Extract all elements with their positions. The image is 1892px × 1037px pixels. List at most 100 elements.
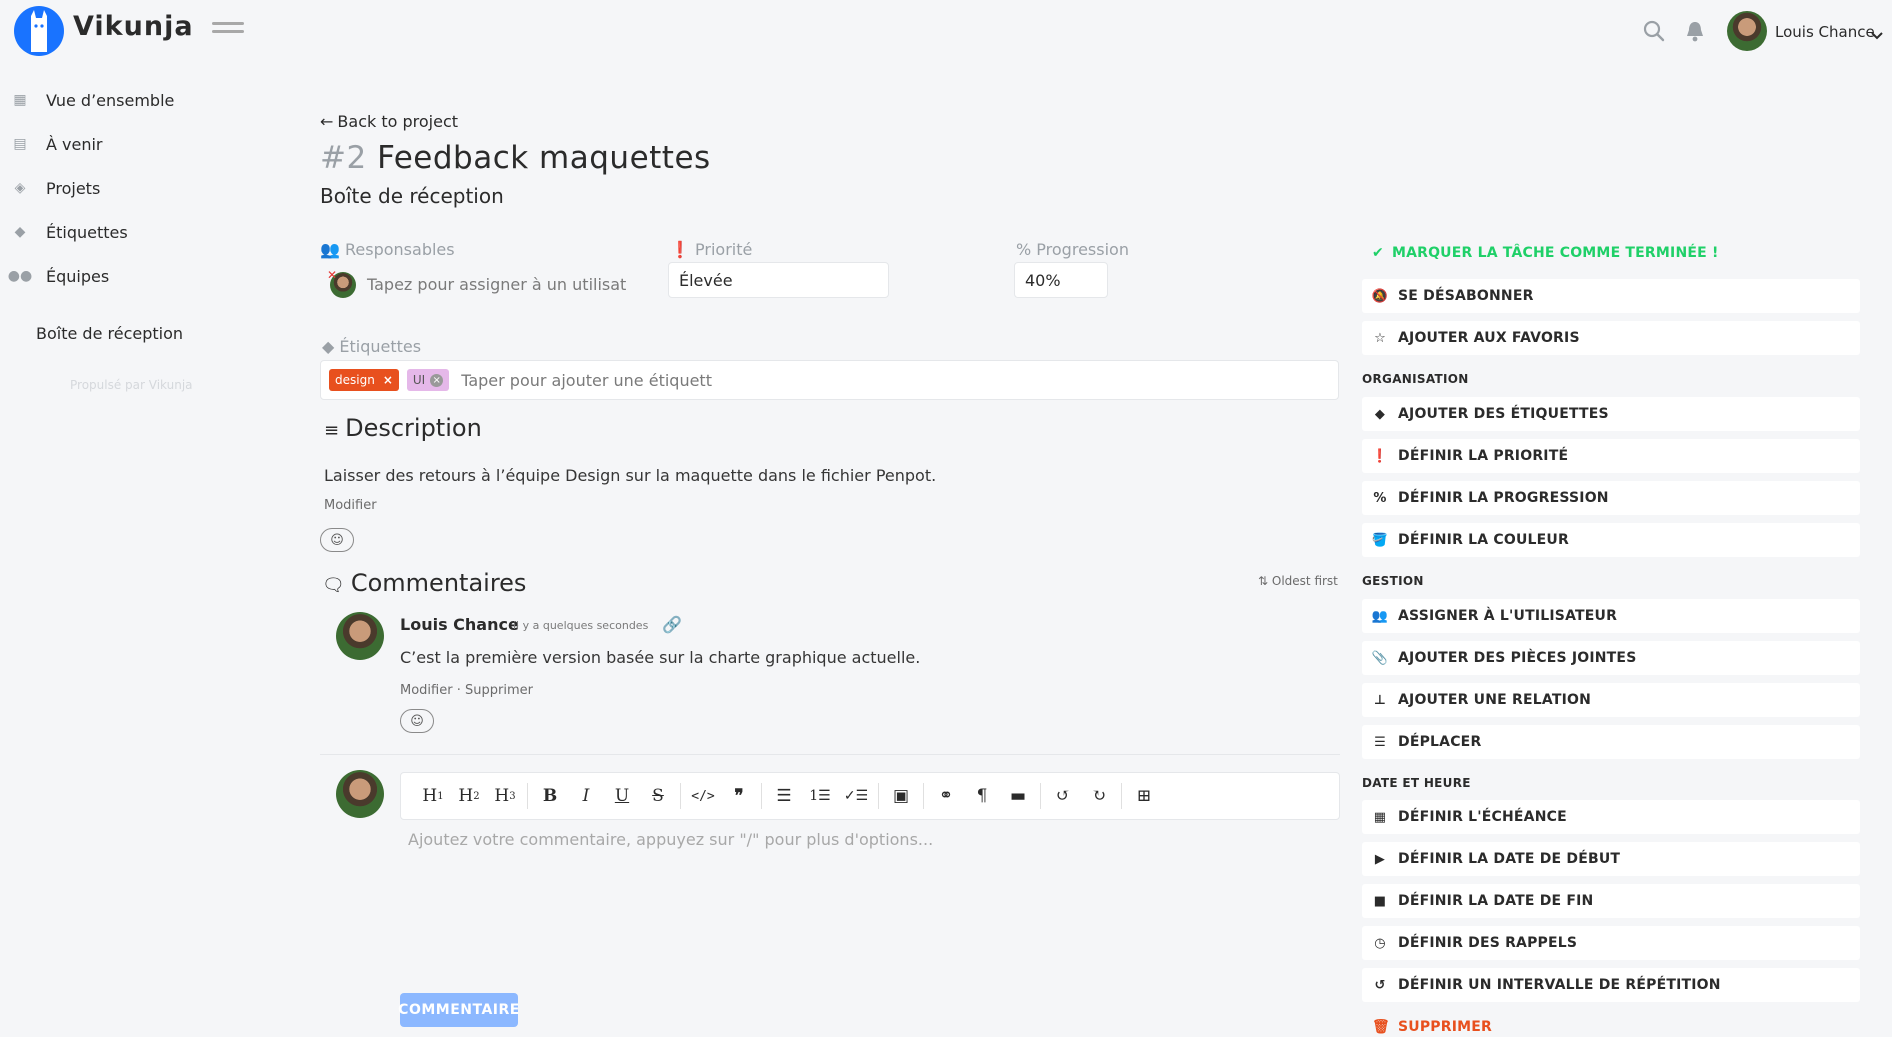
user-name[interactable]: Louis Chance	[1775, 23, 1875, 41]
priority-select[interactable]: Élevée	[668, 262, 889, 298]
comments-heading: 🗨 Commentaires	[322, 569, 527, 597]
current-user-avatar	[336, 770, 384, 818]
set-color-button[interactable]: 🪣 DÉFINIR LA COULEUR	[1362, 523, 1860, 557]
image-icon[interactable]: ▣	[883, 778, 919, 814]
management-heading: GESTION	[1362, 574, 1424, 588]
comment-add-reaction-button[interactable]: ☺	[400, 709, 434, 733]
task-list-icon[interactable]: ✓☰	[838, 778, 874, 814]
sidebar-item-upcoming[interactable]: ▤ À venir	[10, 129, 250, 159]
strikethrough-button[interactable]: S	[640, 778, 676, 814]
ordered-list-icon[interactable]: 1☰	[802, 778, 838, 814]
comment-delete-link[interactable]: Supprimer	[465, 683, 533, 698]
calendar-icon: ▦	[13, 92, 27, 108]
description-heading: ≡ Description	[324, 414, 482, 442]
comment-editor-input[interactable]: Ajoutez votre commentaire, appuyez sur "…	[408, 830, 1328, 849]
sitemap-icon: ⊥	[1373, 692, 1387, 708]
editor-toolbar: H1 H2 H3 B I U S </> ❞ ☰ 1☰ ✓☰ ▣ ⚭ ¶ ▬ ↺…	[400, 772, 1340, 820]
delete-task-button[interactable]: 🗑 SUPPRIMER	[1372, 1019, 1492, 1035]
label-text: UI	[412, 373, 426, 387]
add-labels-button[interactable]: ◆ AJOUTER DES ÉTIQUETTES	[1362, 397, 1860, 431]
assignee-input[interactable]: Tapez pour assigner à un utilisat	[367, 275, 626, 294]
sidebar-project-inbox[interactable]: Boîte de réception	[36, 324, 183, 343]
sidebar-item-label: À venir	[46, 134, 103, 154]
bold-button[interactable]: B	[532, 778, 568, 814]
layers-icon: ◈	[14, 180, 26, 196]
paint-bucket-icon: 🪣	[1371, 532, 1389, 548]
set-reminders-button[interactable]: ◷ DÉFINIR DES RAPPELS	[1362, 926, 1860, 960]
list-icon: ☰	[1374, 734, 1386, 750]
label-search-input[interactable]: Taper pour ajouter une étiquett	[461, 371, 712, 390]
paragraph-icon[interactable]: ¶	[964, 778, 1000, 814]
back-to-project-link[interactable]: ← Back to project	[320, 112, 458, 131]
set-progress-button[interactable]: % DÉFINIR LA PROGRESSION	[1362, 481, 1860, 515]
comment-edit-link[interactable]: Modifier	[400, 683, 453, 698]
assign-user-button[interactable]: 👥 ASSIGNER À L'UTILISATEUR	[1362, 599, 1860, 633]
heading3-button[interactable]: H3	[487, 778, 523, 814]
organisation-heading: ORGANISATION	[1362, 372, 1469, 386]
italic-button[interactable]: I	[568, 778, 604, 814]
favorite-button[interactable]: ☆ AJOUTER AUX FAVORIS	[1362, 321, 1860, 355]
calendar-grid-icon: ▤	[13, 136, 27, 152]
submit-comment-button[interactable]: COMMENTAIRE	[398, 993, 519, 1027]
task-project[interactable]: Boîte de réception	[320, 184, 504, 208]
remove-assignee-icon[interactable]: ✕	[327, 268, 337, 282]
users-icon: 👥	[1371, 608, 1389, 624]
sort-comments-button[interactable]: ⇅ Oldest first	[1258, 574, 1338, 588]
chevron-down-icon[interactable]	[1870, 26, 1884, 45]
toolbar-separator	[761, 783, 762, 809]
heading2-button[interactable]: H2	[451, 778, 487, 814]
heading1-button[interactable]: H1	[415, 778, 451, 814]
permalink-icon[interactable]: 🔗	[662, 615, 682, 634]
set-end-date-button[interactable]: ■ DÉFINIR LA DATE DE FIN	[1362, 884, 1860, 918]
labels-label: ◆ Étiquettes	[322, 337, 422, 356]
move-button[interactable]: ☰ DÉPLACER	[1362, 725, 1860, 759]
user-avatar[interactable]	[1727, 11, 1767, 51]
description-edit-link[interactable]: Modifier	[324, 498, 377, 513]
search-icon[interactable]	[1643, 20, 1665, 46]
quote-icon[interactable]: ❞	[721, 778, 757, 814]
powered-by[interactable]: Propulsé par Vikunja	[70, 378, 193, 392]
remove-label-icon[interactable]: ×	[430, 373, 444, 387]
bell-icon[interactable]	[1685, 20, 1705, 46]
comment-time: il y a quelques secondes	[513, 619, 649, 632]
unsubscribe-button[interactable]: 🔕 SE DÉSABONNER	[1362, 279, 1860, 313]
redo-icon[interactable]: ↻	[1081, 778, 1117, 814]
set-start-date-button[interactable]: ▶ DÉFINIR LA DATE DE DÉBUT	[1362, 842, 1860, 876]
toolbar-separator	[1040, 783, 1041, 809]
task-number: #2	[320, 140, 367, 176]
undo-icon[interactable]: ↺	[1045, 778, 1081, 814]
progress-select[interactable]: 40%	[1014, 262, 1108, 298]
menu-toggle-button[interactable]	[212, 22, 244, 40]
link-icon[interactable]: ⚭	[928, 778, 964, 814]
assignees-label: 👥 Responsables	[320, 240, 455, 259]
priority-label: ❗ Priorité	[670, 240, 753, 259]
add-reaction-button[interactable]: ☺	[320, 528, 354, 552]
labels-input-box[interactable]: design × UI × Taper pour ajouter une éti…	[320, 360, 1339, 400]
set-repeat-button[interactable]: ↺ DÉFINIR UN INTERVALLE DE RÉPÉTITION	[1362, 968, 1860, 1002]
sort-icon: ⇅	[1258, 574, 1269, 588]
sidebar-item-projects[interactable]: ◈ Projets	[10, 173, 250, 203]
task-title[interactable]: Feedback maquettes	[377, 140, 711, 176]
add-relation-button[interactable]: ⊥ AJOUTER UNE RELATION	[1362, 683, 1860, 717]
comment-author: Louis Chance	[400, 615, 519, 634]
llama-icon	[31, 10, 47, 52]
remove-label-icon[interactable]: ×	[383, 373, 393, 387]
sidebar-item-overview[interactable]: ▦ Vue d’ensemble	[10, 85, 250, 115]
mark-done-button[interactable]: ✔ MARQUER LA TÂCHE COMME TERMINÉE !	[1372, 245, 1719, 261]
back-label: Back to project	[337, 112, 459, 131]
bullet-list-icon[interactable]: ☰	[766, 778, 802, 814]
toolbar-separator	[923, 783, 924, 809]
set-due-date-button[interactable]: ▦ DÉFINIR L'ÉCHÉANCE	[1362, 800, 1860, 834]
vikunja-logo[interactable]	[14, 6, 64, 56]
toolbar-separator	[680, 783, 681, 809]
table-icon[interactable]: ⊞	[1126, 778, 1162, 814]
sidebar-item-labels[interactable]: ◆ Étiquettes	[10, 217, 250, 247]
sidebar-item-teams[interactable]: ●● Équipes	[8, 261, 250, 291]
set-priority-button[interactable]: ❗ DÉFINIR LA PRIORITÉ	[1362, 439, 1860, 473]
clock-icon: ◷	[1374, 935, 1386, 951]
code-icon[interactable]: </>	[685, 778, 721, 814]
add-attachments-button[interactable]: 📎 AJOUTER DES PIÈCES JOINTES	[1362, 641, 1860, 675]
tags-icon: ◆	[322, 337, 335, 356]
horizontal-rule-icon[interactable]: ▬	[1000, 778, 1036, 814]
underline-button[interactable]: U	[604, 778, 640, 814]
